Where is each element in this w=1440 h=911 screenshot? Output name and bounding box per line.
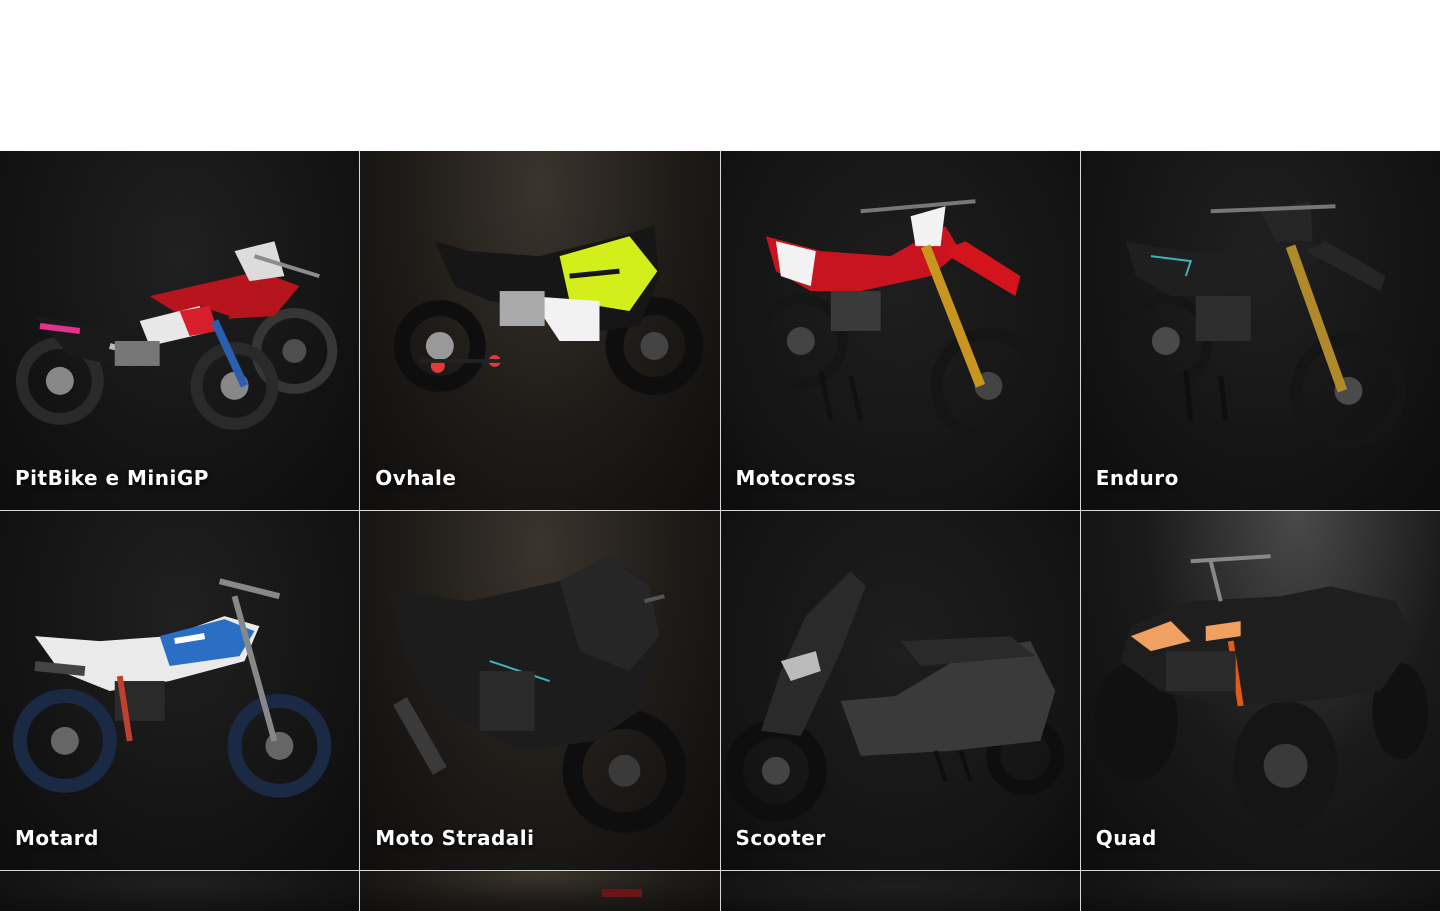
pitbike-image [15,241,338,430]
page-header [0,0,1440,151]
sport-bike-image [390,556,687,833]
category-tile-pitbike[interactable]: PitBike e MiniGP [0,151,360,510]
category-label: Motard [15,826,99,850]
category-tile-moto-stradali[interactable]: Moto Stradali [360,511,720,870]
vehicle-image-partial [602,889,643,897]
category-label: Motocross [735,466,857,490]
category-label: Moto Stradali [375,826,535,850]
category-label: Ovhale [375,466,457,490]
category-tile-scooter[interactable]: Scooter [720,511,1080,870]
minigp-bike-image [394,226,704,395]
motard-bike-image [12,578,332,798]
quad-image [1093,554,1429,831]
category-tile-partial[interactable] [1080,871,1440,911]
category-tile-ovhale[interactable]: Ovhale [360,151,720,510]
scooter-image [724,571,1064,822]
category-tile-motard[interactable]: Motard [0,511,360,870]
enduro-bike-image [1118,201,1407,449]
category-label: Enduro [1095,466,1179,490]
category-label: Quad [1095,826,1157,850]
category-tile-quad[interactable]: Quad [1080,511,1440,870]
category-tile-partial[interactable] [360,871,720,911]
category-tile-enduro[interactable]: Enduro [1080,151,1440,510]
category-tile-partial[interactable] [720,871,1080,911]
category-tile-partial[interactable] [0,871,360,911]
category-label: Scooter [735,826,826,850]
category-tile-motocross[interactable]: Motocross [720,151,1080,510]
category-label: PitBike e MiniGP [15,466,209,490]
category-grid: PitBike e MiniGP Ovhale Motocross Enduro… [0,151,1440,911]
motocross-bike-image [753,199,1046,444]
